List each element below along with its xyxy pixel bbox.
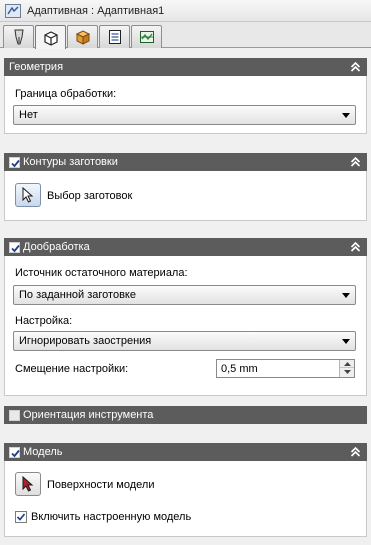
boundary-dropdown[interactable]: Нет xyxy=(13,105,356,125)
chevron-down-icon xyxy=(342,293,350,298)
source-label: Источник остаточного материала: xyxy=(15,267,188,279)
section-header-geometry[interactable]: Геометрия xyxy=(4,58,367,76)
collapse-icon[interactable] xyxy=(350,446,361,458)
cube-outline-icon xyxy=(43,30,58,46)
collapse-icon[interactable] xyxy=(350,241,361,253)
cursor-arrow-icon xyxy=(22,187,34,203)
check-icon xyxy=(11,449,20,457)
boundary-label: Граница обработки: xyxy=(15,88,117,100)
adjust-value: Игнорировать заострения xyxy=(19,335,152,347)
adjust-label: Настройка: xyxy=(15,315,73,327)
title-bar: Адаптивная : Адаптивная1 xyxy=(0,0,371,22)
check-icon xyxy=(16,513,26,521)
collapse-icon[interactable] xyxy=(350,61,361,73)
offset-spinner[interactable] xyxy=(339,360,354,377)
tab-linking[interactable] xyxy=(131,25,162,48)
tab-passes[interactable] xyxy=(99,25,130,48)
stock-contours-checkbox[interactable] xyxy=(9,156,20,168)
tab-stock[interactable] xyxy=(67,25,98,48)
source-dropdown[interactable]: По заданной заготовке xyxy=(13,285,356,305)
section-title-tool-orientation: Ориентация инструмента xyxy=(23,409,154,421)
tab-bar xyxy=(0,22,371,49)
tab-geometry[interactable] xyxy=(35,25,66,49)
section-body-rest-machining: Источник остаточного материала: По задан… xyxy=(4,256,367,396)
cursor-arrow-red-icon xyxy=(22,476,34,492)
section-body-model: Поверхности модели Включить настроенную … xyxy=(4,461,367,537)
section-body-geometry: Граница обработки: Нет xyxy=(4,76,367,134)
tool-icon xyxy=(13,29,24,45)
operation-icon xyxy=(5,3,21,18)
chevron-down-icon xyxy=(342,339,350,344)
offset-value: 0,5 mm xyxy=(221,362,258,375)
include-model-label[interactable]: Включить настроенную модель xyxy=(31,511,191,523)
spin-up-icon[interactable] xyxy=(340,360,354,368)
section-title-stock-contours: Контуры заготовки xyxy=(23,156,118,168)
section-title-model: Модель xyxy=(23,446,63,458)
model-surfaces-button[interactable] xyxy=(15,472,41,496)
boundary-value: Нет xyxy=(19,109,38,121)
offset-input[interactable]: 0,5 mm xyxy=(216,359,355,378)
offset-label: Смещение настройки: xyxy=(15,363,129,375)
tool-orientation-checkbox[interactable] xyxy=(9,409,20,421)
window-title: Адаптивная : Адаптивная1 xyxy=(27,4,165,17)
chevron-down-icon xyxy=(342,113,350,118)
section-header-tool-orientation[interactable]: Ориентация инструмента xyxy=(4,406,367,424)
section-header-model[interactable]: Модель xyxy=(4,443,367,461)
tab-tool[interactable] xyxy=(3,25,34,48)
cube-solid-icon xyxy=(75,30,90,45)
section-header-stock-contours[interactable]: Контуры заготовки xyxy=(4,153,367,171)
check-icon xyxy=(11,159,20,167)
include-model-checkbox[interactable] xyxy=(15,511,27,523)
section-header-rest-machining[interactable]: Дообработка xyxy=(4,238,367,256)
check-icon xyxy=(11,244,20,252)
section-title-geometry: Геометрия xyxy=(9,61,64,73)
select-stock-label: Выбор заготовок xyxy=(47,190,133,202)
adjust-dropdown[interactable]: Игнорировать заострения xyxy=(13,331,356,351)
list-icon xyxy=(108,30,121,44)
spin-down-icon[interactable] xyxy=(340,368,354,376)
source-value: По заданной заготовке xyxy=(19,289,136,301)
model-checkbox[interactable] xyxy=(9,446,20,458)
rest-machining-checkbox[interactable] xyxy=(9,241,20,253)
select-stock-button[interactable] xyxy=(15,183,41,207)
section-body-stock-contours: Выбор заготовок xyxy=(4,171,367,221)
linking-icon xyxy=(139,31,154,43)
collapse-icon[interactable] xyxy=(350,156,361,168)
model-surfaces-label: Поверхности модели xyxy=(47,479,155,491)
section-title-rest-machining: Дообработка xyxy=(23,241,90,253)
